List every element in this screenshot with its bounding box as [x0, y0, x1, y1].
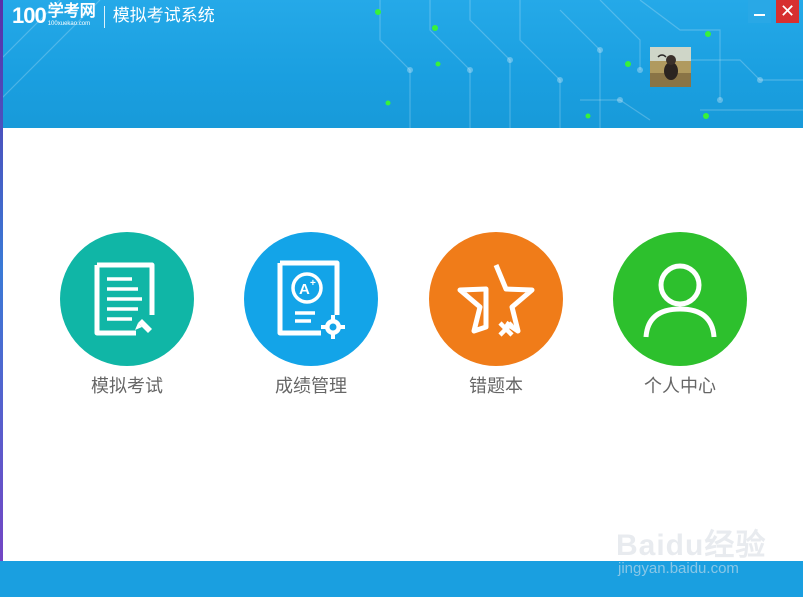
minimize-button[interactable]	[748, 0, 771, 23]
tile-wrong-questions-label[interactable]: 错题本	[411, 375, 581, 397]
tile-mock-exam-label[interactable]: 模拟考试	[42, 375, 212, 397]
close-icon: ✕	[779, 1, 796, 21]
svg-text:A: A	[299, 281, 310, 298]
app-title: 模拟考试系统	[112, 6, 215, 25]
tile-wrong-questions-circle[interactable]	[429, 232, 563, 366]
tile-grade-management[interactable]: A + 成绩管理	[226, 232, 396, 402]
tile-grade-management-label[interactable]: 成绩管理	[226, 375, 396, 397]
tile-personal-center-label[interactable]: 个人中心	[595, 375, 765, 397]
main-menu: 模拟考试 A + 成绩管理 错题本 个人中心	[0, 128, 803, 561]
tile-personal-center[interactable]: 个人中心	[595, 232, 765, 402]
tile-mock-exam[interactable]: 模拟考试	[42, 232, 212, 402]
tile-mock-exam-circle[interactable]	[60, 232, 194, 366]
user-profile-icon	[643, 263, 717, 338]
tile-wrong-questions[interactable]: 错题本	[411, 232, 581, 402]
star-wrong-icon	[457, 264, 535, 337]
logo-brand-block: 学考网 100xuekao.com	[48, 2, 96, 28]
baidu-watermark: Baidu经验 jingyan.baidu.com	[612, 510, 792, 590]
tile-personal-center-circle[interactable]	[613, 232, 747, 366]
watermark-brand: Baidu经验	[616, 529, 767, 562]
logo-number: 100	[12, 3, 47, 28]
watermark-url: jingyan.baidu.com	[618, 560, 739, 577]
user-avatar[interactable]	[650, 47, 691, 87]
brand-logo: 100 学考网 100xuekao.com 模拟考试系统	[12, 2, 215, 30]
minimize-icon	[754, 13, 765, 16]
grade-report-icon: A +	[277, 260, 345, 339]
svg-text:+: +	[310, 278, 316, 289]
logo-divider	[103, 6, 105, 28]
logo-brand-name: 学考网	[47, 3, 96, 20]
exam-paper-icon	[94, 262, 155, 336]
app-window: 100 学考网 100xuekao.com 模拟考试系统 ✕ 模拟考试 A + …	[0, 0, 803, 597]
avatar-photo	[650, 47, 691, 87]
tile-grade-management-circle[interactable]: A +	[244, 232, 378, 366]
close-button[interactable]: ✕	[776, 0, 799, 23]
logo-domain: 100xuekao.com	[47, 21, 91, 27]
title-bar: 100 学考网 100xuekao.com 模拟考试系统 ✕	[0, 0, 803, 128]
